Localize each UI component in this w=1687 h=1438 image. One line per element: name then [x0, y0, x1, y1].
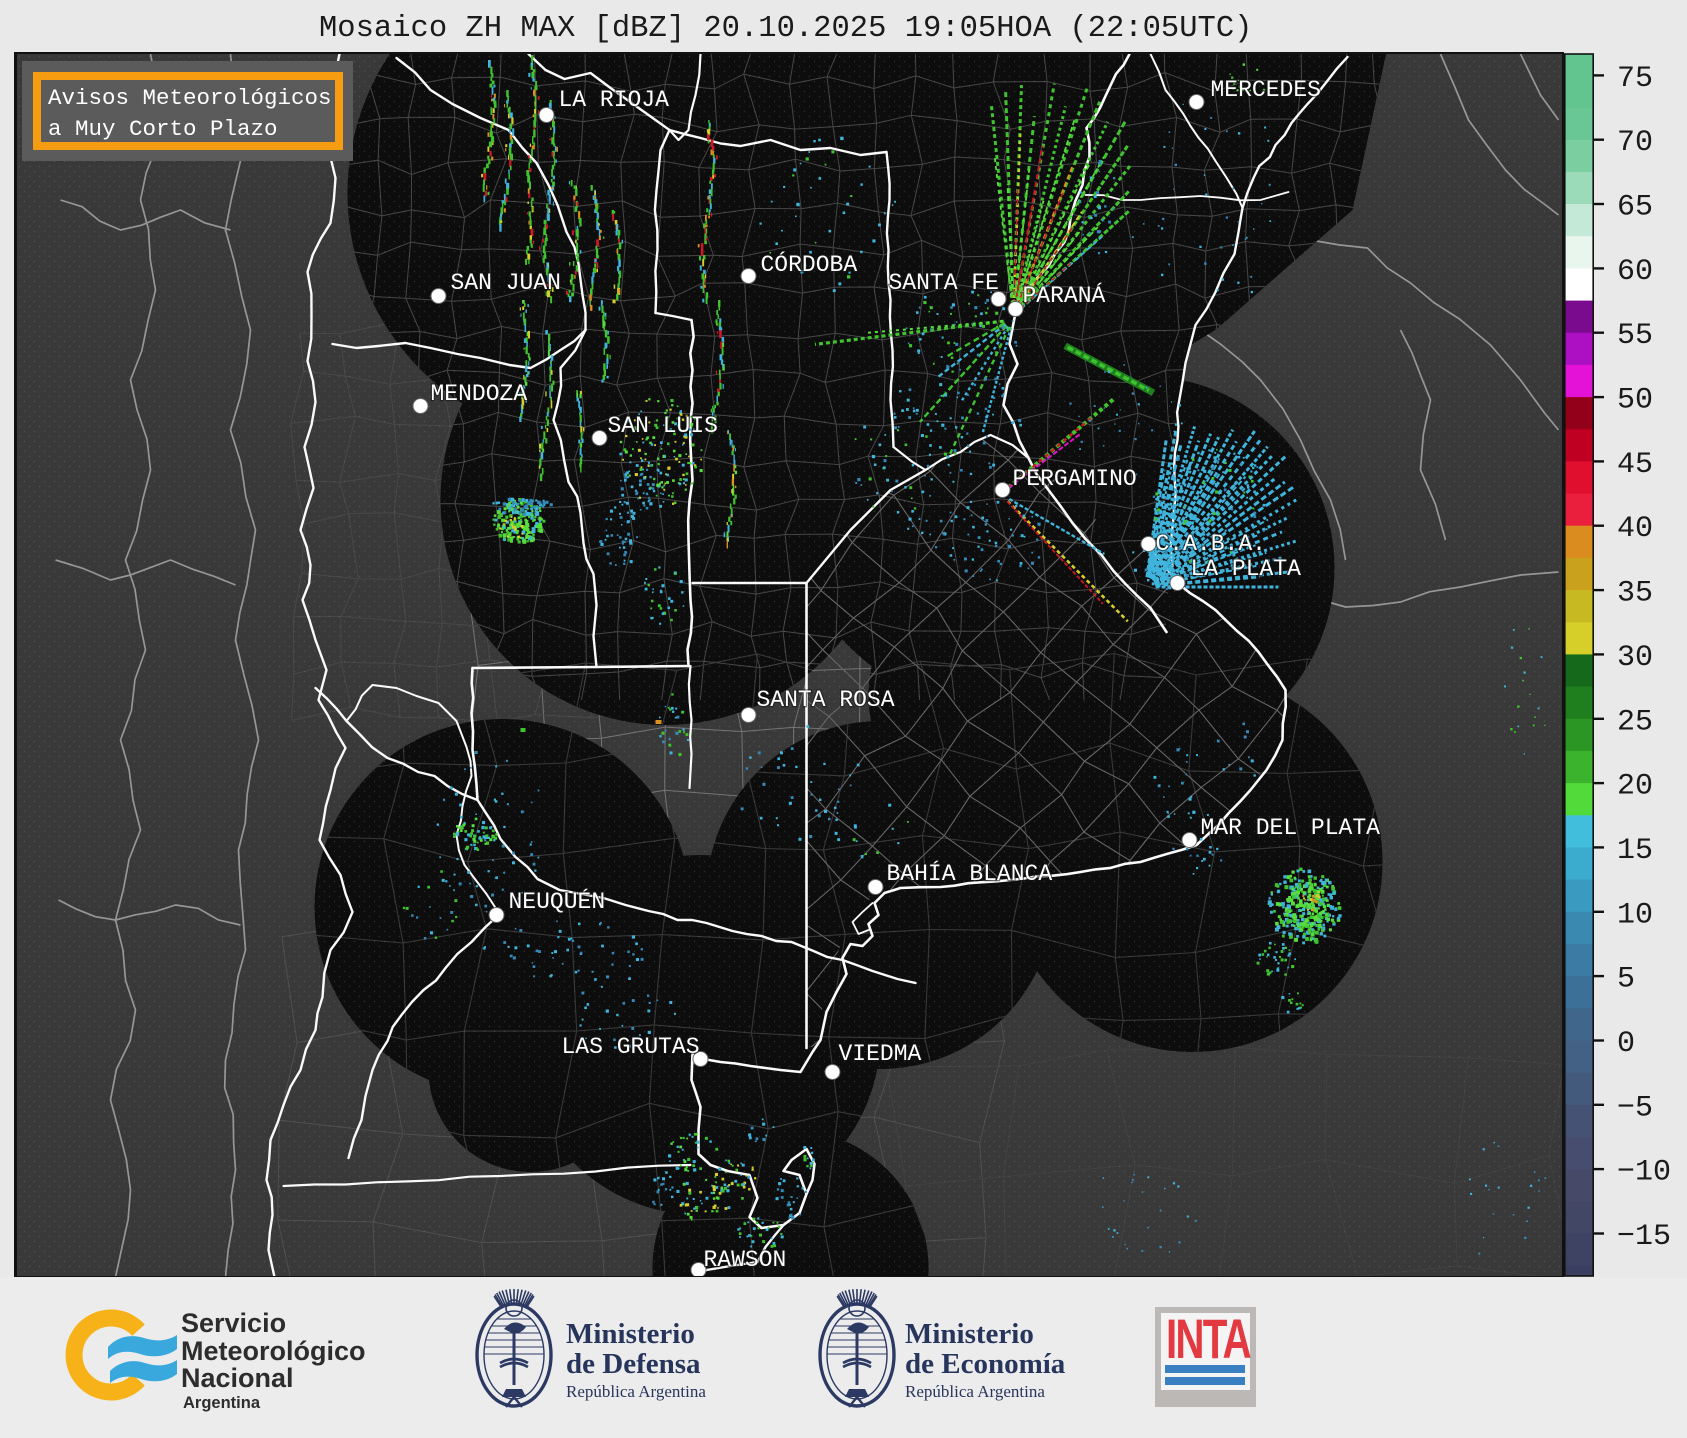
svg-text:40: 40 [1617, 512, 1653, 546]
svg-text:LA PLATA: LA PLATA [1190, 556, 1301, 582]
svg-text:LA RIOJA: LA RIOJA [558, 87, 669, 113]
svg-text:75: 75 [1617, 62, 1653, 96]
svg-text:45: 45 [1617, 448, 1653, 482]
svg-text:35: 35 [1617, 577, 1653, 611]
svg-text:60: 60 [1617, 255, 1653, 289]
svg-text:BAHÍA BLANCA: BAHÍA BLANCA [886, 860, 1052, 887]
svg-text:PERGAMINO: PERGAMINO [1012, 466, 1136, 492]
svg-text:30: 30 [1617, 641, 1653, 675]
svg-text:República Argentina: República Argentina [905, 1382, 1045, 1401]
svg-text:Ministerio: Ministerio [905, 1318, 1034, 1350]
svg-text:de Economía: de Economía [905, 1348, 1066, 1380]
svg-text:−5: −5 [1617, 1091, 1653, 1125]
svg-text:SAN LUIS: SAN LUIS [607, 413, 717, 439]
svg-text:SANTA FE: SANTA FE [888, 270, 998, 296]
svg-text:PARANÁ: PARANÁ [1022, 282, 1105, 309]
svg-text:5: 5 [1617, 963, 1635, 997]
svg-text:SANTA ROSA: SANTA ROSA [756, 687, 894, 713]
svg-text:−15: −15 [1617, 1220, 1671, 1254]
svg-text:MERCEDES: MERCEDES [1210, 77, 1320, 103]
svg-text:RAWSON: RAWSON [703, 1247, 786, 1273]
svg-text:65: 65 [1617, 191, 1653, 225]
svg-text:VIEDMA: VIEDMA [838, 1041, 921, 1067]
svg-text:MENDOZA: MENDOZA [430, 381, 527, 407]
svg-text:20: 20 [1617, 770, 1653, 804]
svg-text:−10: −10 [1617, 1156, 1671, 1190]
svg-text:0: 0 [1617, 1027, 1635, 1061]
svg-text:LAS GRUTAS: LAS GRUTAS [561, 1034, 699, 1060]
svg-text:NEUQUÉN: NEUQUÉN [508, 888, 605, 915]
svg-text:Ministerio: Ministerio [566, 1318, 695, 1350]
svg-text:SAN JUAN: SAN JUAN [450, 270, 560, 296]
svg-text:C.A.B.A.: C.A.B.A. [1155, 531, 1265, 557]
svg-text:15: 15 [1617, 834, 1653, 868]
svg-text:de Defensa: de Defensa [566, 1348, 701, 1380]
svg-text:MAR DEL PLATA: MAR DEL PLATA [1200, 815, 1380, 841]
svg-text:25: 25 [1617, 705, 1653, 739]
svg-text:55: 55 [1617, 319, 1653, 353]
svg-text:CÓRDOBA: CÓRDOBA [760, 250, 857, 278]
svg-text:República Argentina: República Argentina [566, 1382, 706, 1401]
svg-text:70: 70 [1617, 126, 1653, 160]
svg-text:50: 50 [1617, 384, 1653, 418]
svg-text:10: 10 [1617, 898, 1653, 932]
